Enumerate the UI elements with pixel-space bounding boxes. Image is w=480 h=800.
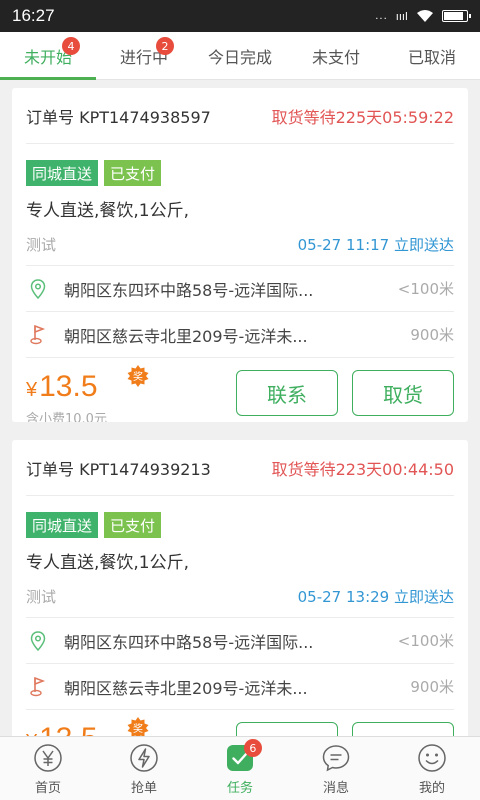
order-card[interactable]: 订单号 KPT1474939213 取货等待223天00:44:50 同城直送 … [12, 440, 468, 774]
nav-grab-order[interactable]: 抢单 [96, 737, 192, 800]
tab-not-started[interactable]: 未开始 4 [0, 32, 96, 80]
tab-count-badge: 4 [62, 37, 80, 55]
tip-amount: 含小费10.0元 [26, 412, 107, 422]
dropoff-address: 朝阳区慈云寺北里209号-远洋未... [64, 678, 308, 698]
wifi-icon [417, 10, 433, 22]
nav-profile[interactable]: 我的 [384, 737, 480, 800]
battery-icon [442, 10, 471, 22]
tab-label: 未支付 [311, 47, 360, 67]
nav-label: 抢单 [130, 780, 157, 796]
order-header: 订单号 KPT1474938597 取货等待225天05:59:22 [26, 88, 454, 144]
dropoff-address-row: 朝阳区慈云寺北里209号-远洋未... 900米 [26, 312, 454, 358]
tag-same-city: 同城直送 [26, 512, 99, 538]
pickup-address-row: 朝阳区东四环中路58号-远洋国际... <100米 [26, 618, 454, 664]
delivery-time: 05-27 11:17 立即送达 [297, 235, 454, 254]
destination-flag-icon [26, 323, 50, 347]
dropoff-address: 朝阳区慈云寺北里209号-远洋未... [64, 326, 308, 346]
nav-messages[interactable]: 消息 [288, 737, 384, 800]
tag-paid: 已支付 [104, 160, 162, 186]
dropoff-address-row: 朝阳区慈云寺北里209号-远洋未... 900米 [26, 664, 454, 710]
pickup-button[interactable]: 取货 [352, 370, 454, 416]
nav-home[interactable]: 首页 [0, 737, 96, 800]
status-time: 16:27 [12, 6, 55, 25]
order-tags: 同城直送 已支付 [26, 512, 454, 538]
pickup-address-row: 朝阳区东四环中路58号-远洋国际... <100米 [26, 266, 454, 312]
location-pin-icon [26, 629, 50, 653]
tab-unpaid[interactable]: 未支付 [288, 32, 384, 79]
yen-circle-icon [32, 742, 64, 774]
smiley-icon [416, 742, 448, 774]
order-header: 订单号 KPT1474939213 取货等待223天00:44:50 [26, 440, 454, 496]
delivery-time: 05-27 13:29 立即送达 [297, 587, 454, 606]
tab-label: 今日完成 [207, 47, 272, 67]
order-tags: 同城直送 已支付 [26, 160, 454, 186]
nav-label: 任务 [226, 780, 253, 796]
dropoff-distance: 900米 [410, 326, 454, 344]
reward-icon: 奖 [127, 365, 149, 387]
order-price: ¥ 13.5 [26, 370, 107, 404]
pickup-wait-time: 取货等待223天00:44:50 [271, 459, 454, 479]
order-meta: 测试 05-27 13:29 立即送达 [26, 585, 454, 607]
order-actions: 联系 取货 [236, 370, 454, 416]
price-value: 13.5 [39, 370, 98, 403]
nav-label: 我的 [418, 780, 445, 796]
pickup-distance: <100米 [397, 632, 454, 650]
pickup-wait-time: 取货等待225天05:59:22 [271, 107, 454, 127]
tab-in-progress[interactable]: 进行中 2 [96, 32, 192, 79]
pickup-distance: <100米 [397, 280, 454, 298]
pickup-address: 朝阳区东四环中路58号-远洋国际... [64, 632, 314, 652]
order-description: 专人直送,餐饮,1公斤, [26, 201, 190, 221]
order-list: 订单号 KPT1474938597 取货等待225天05:59:22 同城直送 … [12, 88, 468, 792]
nav-tasks[interactable]: 6 任务 [192, 737, 288, 800]
contact-button[interactable]: 联系 [236, 370, 338, 416]
dropoff-distance: 900米 [410, 678, 454, 696]
price-block: ¥ 13.5 奖 含小费10.0元 [26, 365, 149, 422]
order-number: 订单号 KPT1474938597 [26, 107, 211, 127]
nav-label: 首页 [34, 780, 61, 796]
status-icons: ... ıııl [375, 9, 471, 23]
bottom-nav: 首页 抢单 6 任务 消息 我的 [0, 736, 480, 800]
order-description: 专人直送,餐饮,1公斤, [26, 553, 190, 573]
order-note: 测试 [26, 235, 57, 254]
tab-label: 已取消 [407, 47, 456, 67]
tag-paid: 已支付 [104, 512, 162, 538]
order-note: 测试 [26, 587, 57, 606]
message-icon [320, 742, 352, 774]
lightning-icon [128, 742, 160, 774]
status-bar: 16:27 ... ıııl [0, 0, 480, 32]
order-footer: ¥ 13.5 奖 含小费10.0元 联系 取货 [26, 365, 454, 422]
more-dots-icon: ... [375, 10, 388, 22]
tag-same-city: 同城直送 [26, 160, 99, 186]
order-card[interactable]: 订单号 KPT1474938597 取货等待225天05:59:22 同城直送 … [12, 88, 468, 422]
location-pin-icon [26, 277, 50, 301]
tab-cancelled[interactable]: 已取消 [384, 32, 480, 79]
signal-icon: ıııl [395, 9, 408, 23]
order-status-tabs: 未开始 4 进行中 2 今日完成 未支付 已取消 [0, 32, 480, 80]
currency-symbol: ¥ [26, 379, 38, 401]
tab-completed-today[interactable]: 今日完成 [192, 32, 288, 79]
order-number: 订单号 KPT1474939213 [26, 459, 211, 479]
order-meta: 测试 05-27 11:17 立即送达 [26, 233, 454, 255]
nav-label: 消息 [322, 780, 349, 796]
destination-flag-icon [26, 675, 50, 699]
tasks-count-badge: 6 [243, 739, 262, 757]
pickup-address: 朝阳区东四环中路58号-远洋国际... [64, 280, 314, 300]
reward-label: 奖 [133, 370, 143, 383]
tab-count-badge: 2 [156, 37, 174, 55]
reward-label: 奖 [133, 722, 143, 735]
